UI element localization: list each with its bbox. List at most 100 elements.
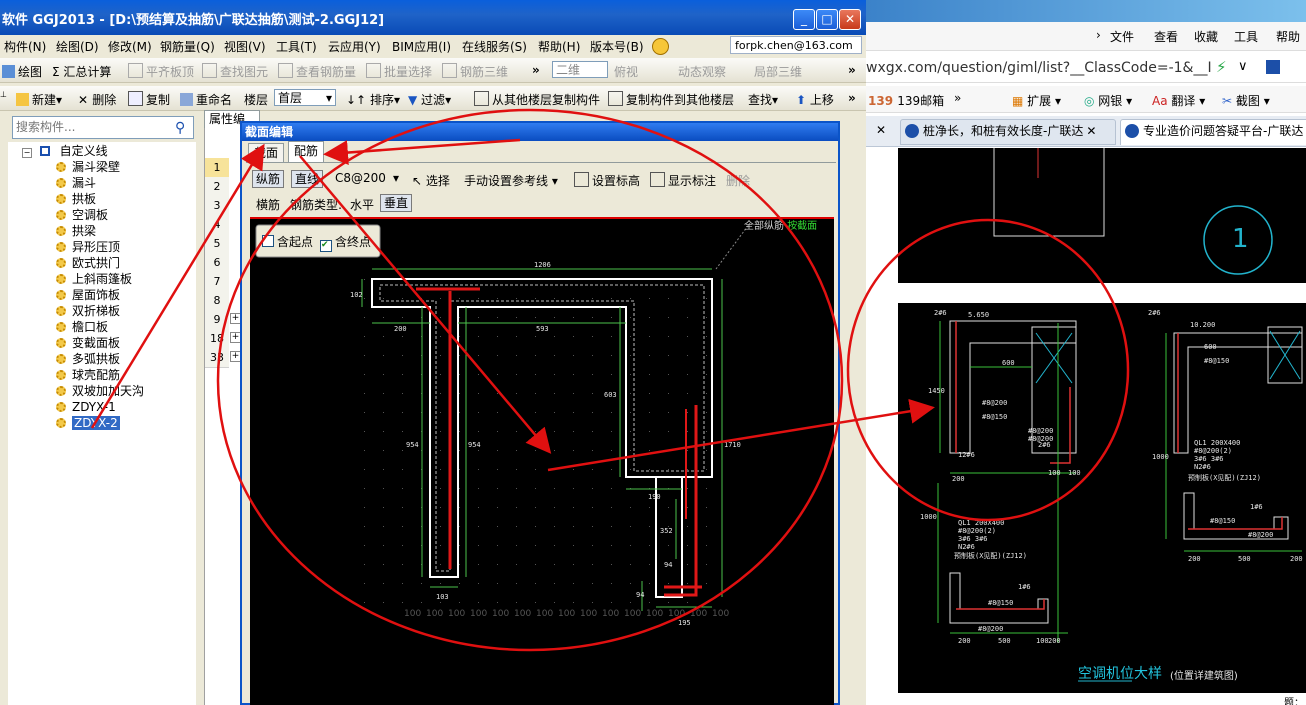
toolbar-overflow-icon-3[interactable]: » — [848, 91, 856, 105]
tree-item[interactable]: 上斜雨篷板 — [56, 271, 132, 287]
tree-item[interactable]: 异形压顶 — [56, 239, 120, 255]
browser-tab-1[interactable]: 桩净长，和桩有效长度-广联达 ✕ — [900, 119, 1116, 145]
menu-bim[interactable]: BIM应用(I) — [392, 38, 451, 55]
copy-from-floor-button[interactable]: 从其他楼层复制构件 — [474, 91, 600, 108]
delete-button[interactable]: ✕ 删除 — [78, 91, 116, 108]
flush-slab-button[interactable]: 平齐板顶 — [128, 63, 194, 80]
include-start-checkbox[interactable]: 含起点 — [262, 233, 313, 250]
collapse-icon[interactable]: − — [22, 148, 32, 158]
transverse-rebar-label[interactable]: 横筋 — [256, 196, 280, 213]
floor-select[interactable]: 首层 ▾ — [274, 89, 336, 106]
tree-item[interactable]: 变截面板 — [56, 335, 120, 351]
tree-item[interactable]: 双坡加加天沟 — [56, 383, 144, 399]
search-icon[interactable]: ⚲ — [175, 120, 185, 136]
rename-button[interactable]: 重命名 — [180, 91, 232, 108]
bookmark-extend[interactable]: ▦ 扩展 ▾ — [1012, 92, 1061, 109]
copy-button[interactable]: 复制 — [128, 91, 170, 108]
tree-item[interactable]: 球壳配筋 — [56, 367, 120, 383]
tree-item[interactable]: 屋面饰板 — [56, 287, 120, 303]
sort-button[interactable]: ↓↑ 排序▾ — [346, 91, 400, 108]
delete-tool-button[interactable]: 删除 — [726, 172, 750, 189]
drawing-canvas[interactable]: 含起点 ✔ 含终点 全部纵筋 按截面 1206 102 200 593 603 9… — [250, 217, 834, 705]
vertical-option[interactable]: 垂直 — [380, 194, 413, 212]
row-number[interactable]: 4 — [205, 215, 229, 235]
toolbar-overflow-icon[interactable]: » — [532, 63, 540, 77]
row-number[interactable]: 2 — [205, 177, 229, 197]
tab-rebar[interactable]: 配筋 — [288, 141, 325, 163]
row-number[interactable]: 6 — [205, 253, 229, 273]
bookmark-139mail[interactable]: 139 139邮箱 — [868, 92, 944, 109]
batch-select-button[interactable]: 批量选择 — [366, 63, 432, 80]
dynamic-observe-button[interactable]: 动态观察 — [678, 63, 726, 80]
draw-button[interactable]: 绘图 — [2, 63, 42, 80]
find-button[interactable]: 查找▾ — [748, 91, 778, 108]
tree-item[interactable]: 空调板 — [56, 207, 108, 223]
straight-line-button[interactable]: 直线 — [291, 170, 324, 188]
toolbar-overflow-icon-2[interactable]: » — [848, 63, 856, 77]
tree-item[interactable]: ZDYX-1 — [56, 399, 116, 415]
bookmark-translate[interactable]: Aa 翻译 ▾ — [1152, 92, 1205, 109]
menu-online[interactable]: 在线服务(S) — [462, 38, 527, 55]
tab-1-close-icon[interactable]: ✕ — [1086, 124, 1096, 138]
local-3d-button[interactable]: 局部三维 — [754, 63, 802, 80]
summary-calc-button[interactable]: Σ 汇总计算 — [52, 63, 111, 80]
view-rebar-qty-button[interactable]: 查看钢筋量 — [278, 63, 356, 80]
tree-item[interactable]: 双折梯板 — [56, 303, 120, 319]
pin-icon[interactable]: ⊥ — [0, 90, 7, 100]
row-number[interactable]: 9 — [205, 310, 229, 330]
row-number[interactable]: 8 — [205, 291, 229, 311]
paw-icon[interactable] — [1266, 60, 1280, 74]
rebar-spec-select[interactable]: C8@200 ▾ — [332, 170, 402, 187]
tree-item[interactable]: 漏斗 — [56, 175, 96, 191]
menu-tools[interactable]: 工具(T) — [276, 38, 317, 55]
tree-item[interactable]: ZDYX-2 — [56, 415, 120, 431]
show-mark-button[interactable]: 显示标注 — [650, 172, 716, 189]
row-number[interactable]: 5 — [205, 234, 229, 254]
tree-item[interactable]: 拱板 — [56, 191, 96, 207]
tree-item[interactable]: 檐口板 — [56, 319, 108, 335]
browser-tab-2[interactable]: 专业造价问题答疑平台-广联达 — [1120, 119, 1306, 145]
browser-menu-file[interactable]: 文件 — [1110, 28, 1134, 45]
move-up-button[interactable]: ⬆ 上移 — [796, 91, 834, 108]
filter-button[interactable]: ▼ 过滤▾ — [408, 91, 451, 108]
select-tool-button[interactable]: ↖ 选择 — [412, 172, 450, 189]
bookmark-screenshot[interactable]: ✂ 截图 ▾ — [1222, 92, 1270, 109]
bookmark-bank[interactable]: ◎ 网银 ▾ — [1084, 92, 1132, 109]
tree-item[interactable]: 欧式拱门 — [56, 255, 120, 271]
menu-component[interactable]: 构件(N) — [4, 38, 46, 55]
more-icon[interactable]: » — [954, 91, 961, 105]
account-dropdown[interactable]: forpk.chen@163.com — [730, 36, 862, 54]
tab-close-icon[interactable]: ✕ — [876, 123, 886, 137]
row-number[interactable]: 33 — [205, 348, 229, 368]
tree-item[interactable]: 多弧拱板 — [56, 351, 120, 367]
row-number[interactable]: 3 — [205, 196, 229, 216]
row-number[interactable]: 18 — [205, 329, 229, 349]
menu-version[interactable]: 版本号(B) — [590, 38, 644, 55]
lightning-icon[interactable]: ⚡ — [1216, 58, 1227, 76]
menu-cloud[interactable]: 云应用(Y) — [328, 38, 381, 55]
menu-help[interactable]: 帮助(H) — [538, 38, 580, 55]
menu-modify[interactable]: 修改(M) — [108, 38, 152, 55]
browser-menu-view[interactable]: 查看 — [1154, 28, 1178, 45]
row-number[interactable]: 1 — [205, 158, 229, 178]
menu-draw[interactable]: 绘图(D) — [56, 38, 99, 55]
minimize-button[interactable]: _ — [793, 9, 815, 30]
top-view-button[interactable]: 俯视 — [614, 63, 638, 80]
rebar-3d-button[interactable]: 钢筋三维 — [442, 63, 508, 80]
copy-to-floor-button[interactable]: 复制构件到其他楼层 — [608, 91, 734, 108]
manual-reference-button[interactable]: 手动设置参考线 ▾ — [464, 172, 558, 189]
new-button[interactable]: 新建▾ — [16, 91, 62, 108]
horizontal-option[interactable]: 水平 — [350, 196, 374, 213]
tab-section[interactable]: 截面 — [248, 143, 285, 162]
search-input[interactable]: 搜索构件... — [12, 116, 194, 139]
tree-item[interactable]: 拱梁 — [56, 223, 96, 239]
url-input[interactable]: wxgx.com/question/giml/list?__ClassCode=… — [866, 60, 1212, 76]
menu-rebar-qty[interactable]: 钢筋量(Q) — [160, 38, 215, 55]
include-end-checkbox[interactable]: ✔ 含终点 — [320, 233, 371, 252]
browser-menu-tools[interactable]: 工具 — [1234, 28, 1258, 45]
row-number[interactable]: 7 — [205, 272, 229, 292]
tree-item[interactable]: 漏斗梁壁 — [56, 159, 120, 175]
set-elevation-button[interactable]: 设置标高 — [574, 172, 640, 189]
browser-menu-help[interactable]: 帮助 — [1276, 28, 1300, 45]
find-element-button[interactable]: 查找图元 — [202, 63, 268, 80]
